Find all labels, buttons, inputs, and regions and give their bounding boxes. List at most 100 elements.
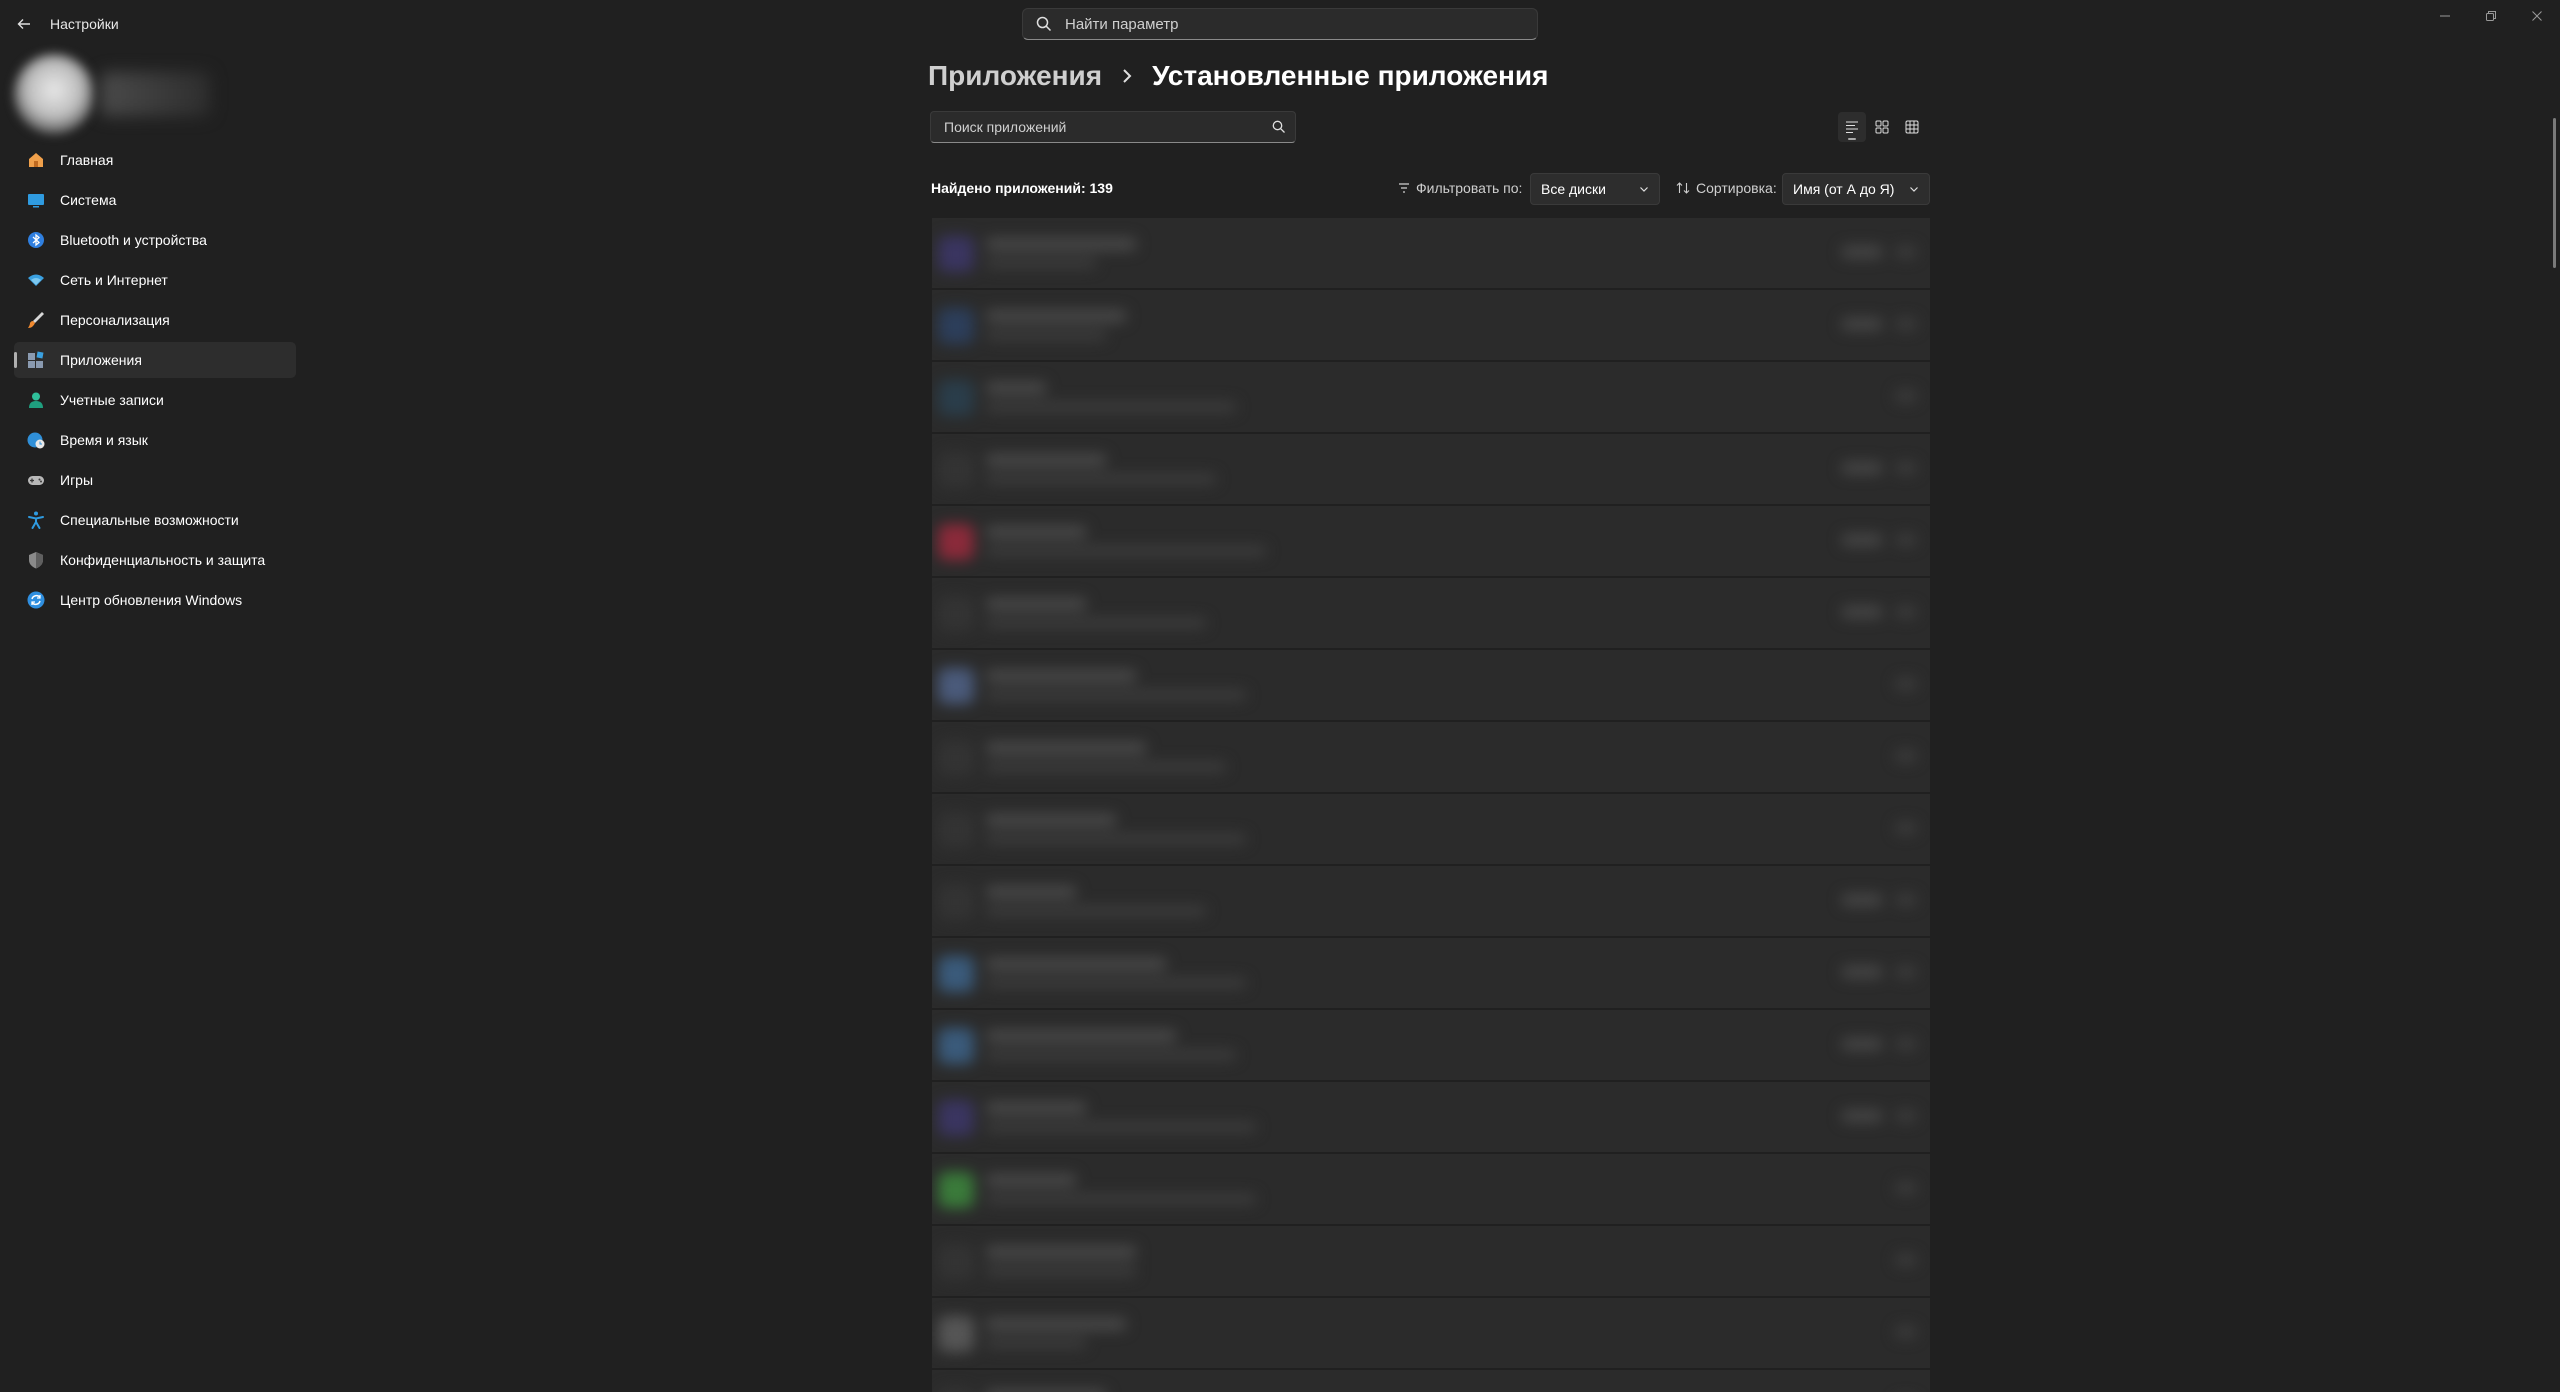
avatar [14,54,94,134]
account-icon [26,390,46,410]
app-list-item[interactable] [932,1082,1930,1152]
app-list-item[interactable] [932,434,1930,504]
app-list-item[interactable] [932,650,1930,720]
sort-dropdown[interactable]: Имя (от А до Я) [1782,173,1930,205]
tile-view-button[interactable] [1868,112,1896,142]
grid-view-button[interactable] [1898,112,1926,142]
back-arrow-icon [17,19,30,29]
sidebar-item-label: Специальные возможности [60,512,239,528]
update-icon [26,590,46,610]
view-mode-switch [1838,112,1926,142]
sidebar-item-label: Персонализация [60,312,170,328]
sidebar-item-privacy[interactable]: Конфиденциальность и защита [14,542,296,578]
app-list-item[interactable] [932,290,1930,360]
globe-clock-icon [26,430,46,450]
brush-icon [26,310,46,330]
tile-view-icon [1875,120,1889,134]
sidebar-item-time-language[interactable]: Время и язык [14,422,296,458]
sidebar-item-label: Время и язык [60,432,148,448]
app-list-item[interactable] [932,794,1930,864]
app-list-item[interactable] [932,1226,1930,1296]
back-button[interactable] [10,10,38,38]
minimize-icon [2440,15,2450,17]
settings-search-box[interactable] [1022,8,1538,40]
app-search-input[interactable] [942,118,1242,136]
breadcrumb: Приложения Установленные приложения [928,54,1548,98]
app-list-item[interactable] [932,722,1930,792]
apps-icon [26,350,46,370]
sidebar-item-label: Центр обновления Windows [60,592,243,608]
sidebar-item-bluetooth[interactable]: Bluetooth и устройства [14,222,296,258]
close-icon [2532,11,2542,21]
sort-value: Имя (от А до Я) [1793,181,1895,197]
app-search-box[interactable] [930,111,1296,143]
drive-filter-value: Все диски [1541,181,1606,197]
shield-icon [26,550,46,570]
list-view-icon [1846,121,1858,134]
search-icon [1036,16,1052,32]
grid-view-icon [1905,120,1919,134]
search-icon[interactable] [1271,119,1287,135]
breadcrumb-parent-link[interactable]: Приложения [928,60,1102,92]
app-list-item[interactable] [932,362,1930,432]
home-icon [26,150,46,170]
scrollbar[interactable] [2553,118,2556,268]
app-list-item[interactable] [932,1298,1930,1368]
installed-apps-list [932,218,1930,1392]
app-list-item[interactable] [932,1370,1930,1392]
sidebar-item-personalization[interactable]: Персонализация [14,302,296,338]
bluetooth-icon [26,230,46,250]
page-title: Установленные приложения [1152,60,1549,91]
sidebar-item-home[interactable]: Главная [14,142,296,178]
sidebar-item-apps[interactable]: Приложения [14,342,296,378]
app-list-item[interactable] [932,578,1930,648]
app-list-item[interactable] [932,1154,1930,1224]
chevron-right-icon [1120,68,1134,84]
sidebar-item-label: Учетные записи [60,392,164,408]
sidebar-item-network[interactable]: Сеть и Интернет [14,262,296,298]
gamepad-icon [26,470,46,490]
close-button[interactable] [2514,0,2560,32]
filter-label: Фильтровать по: [1398,180,1522,196]
sort-label: Сортировка: [1676,180,1777,196]
sidebar-item-label: Главная [60,152,114,168]
restore-icon [2486,11,2496,21]
drive-filter-dropdown[interactable]: Все диски [1530,173,1660,205]
sort-label-text: Сортировка: [1696,180,1777,196]
app-list-item[interactable] [932,938,1930,1008]
minimize-button[interactable] [2422,0,2468,32]
window-controls [2422,0,2560,32]
settings-search-input[interactable] [1063,14,1503,34]
chevron-down-icon [1910,187,1918,192]
sidebar-item-label: Система [60,192,117,208]
active-indicator [14,352,17,368]
chevron-down-icon [1640,187,1648,192]
sidebar-item-gaming[interactable]: Игры [14,462,296,498]
system-icon [26,190,46,210]
sort-icon [1676,182,1690,194]
app-list-item[interactable] [932,866,1930,936]
sidebar-item-label: Сеть и Интернет [60,272,168,288]
filter-icon [1399,183,1409,193]
sidebar-item-accounts[interactable]: Учетные записи [14,382,296,418]
sidebar-item-label: Конфиденциальность и защита [60,552,266,568]
title-bar: Настройки [0,0,2560,48]
apps-found-count: Найдено приложений: 139 [931,180,1113,196]
sidebar-item-accessibility[interactable]: Специальные возможности [14,502,296,538]
app-list-item[interactable] [932,218,1930,288]
sidebar-item-system[interactable]: Система [14,182,296,218]
app-list-item[interactable] [932,1010,1930,1080]
accessibility-icon [26,510,46,530]
sidebar-item-windows-update[interactable]: Центр обновления Windows [14,582,296,618]
app-list-item[interactable] [932,506,1930,576]
sidebar-item-label: Bluetooth и устройства [60,232,207,248]
filter-label-text: Фильтровать по: [1416,180,1523,196]
sidebar-item-label: Игры [60,472,94,488]
sidebar-item-label: Приложения [60,352,142,368]
sidebar-nav: Главная Система Bluetooth и устройства С… [14,142,296,622]
app-title: Настройки [50,16,119,32]
user-profile[interactable] [10,50,210,142]
list-view-button[interactable] [1838,112,1866,142]
restore-button[interactable] [2468,0,2514,32]
wifi-icon [26,270,46,290]
